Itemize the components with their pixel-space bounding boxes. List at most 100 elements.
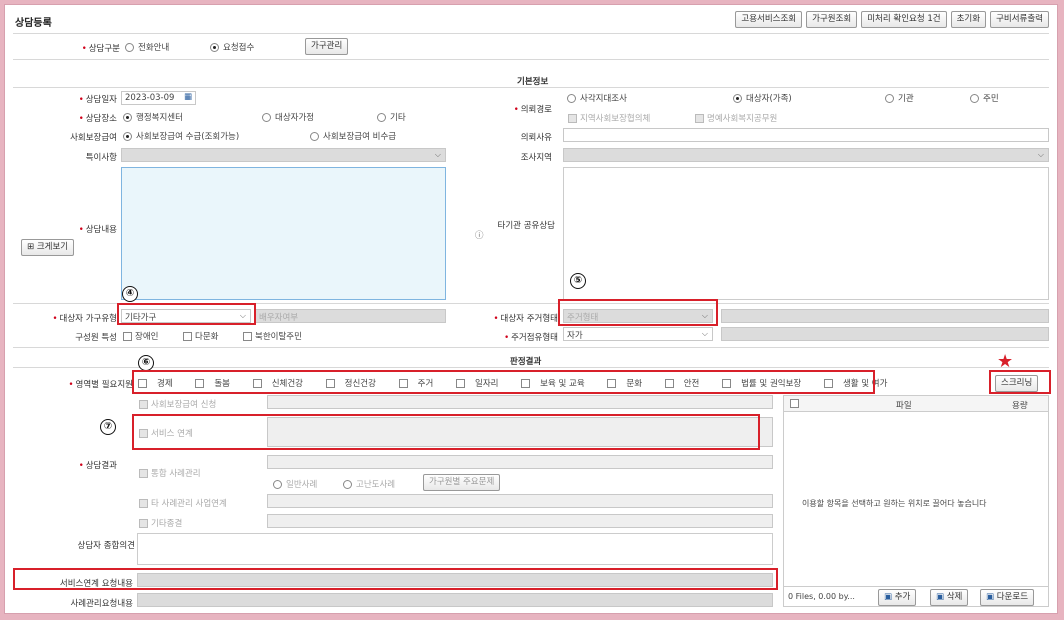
consult-register-window: 상담등록 고용서비스조회 가구원조회 미처리 확인요청 1건 초기화 구비서류출…: [4, 4, 1058, 614]
chevron-down-icon: ⌵: [1037, 150, 1044, 159]
unprocessed-confirm-button[interactable]: 미처리 확인요청 1건: [861, 11, 947, 28]
divider: [13, 347, 1049, 348]
highlight-service-link: [132, 414, 760, 450]
trait-defector[interactable]: 북한이탈주민: [243, 330, 302, 342]
consult-type-label: 상담구분: [45, 42, 120, 54]
welfare-benefit-recipient[interactable]: 사회보장급여 수급(조회가능): [123, 130, 239, 142]
ownership-type-select[interactable]: 자가 ⌵: [563, 327, 713, 341]
page-title: 상담등록: [15, 18, 52, 29]
checkbox-icon: [695, 114, 704, 123]
consult-place-other[interactable]: 기타: [377, 111, 406, 123]
welfare-apply-field: [267, 395, 773, 409]
calendar-icon[interactable]: ▦: [184, 92, 192, 102]
family-manage-button[interactable]: 가구관리: [305, 38, 349, 55]
file-footer: 0 Files, 0.00 by... ▣ 추가 ▣ 삭제 ▣ 다운로드: [784, 586, 1048, 606]
checkbox-icon[interactable]: [790, 399, 799, 408]
consult-date-input[interactable]: 2023-03-09 ▦: [121, 91, 196, 105]
request-path-resident[interactable]: 주민: [970, 92, 999, 104]
divider: [13, 33, 1049, 34]
trait-disabled[interactable]: 장애인: [123, 330, 158, 342]
consult-content-textarea[interactable]: [121, 167, 446, 300]
trait-multicultural[interactable]: 다문화: [183, 330, 218, 342]
other-end-field: [267, 514, 773, 528]
employment-service-button[interactable]: 고용서비스조회: [735, 11, 803, 28]
consult-place-label: 상담장소: [25, 112, 117, 124]
counselor-opinion-textarea[interactable]: [137, 533, 773, 565]
file-download-button[interactable]: ▣ 다운로드: [980, 589, 1035, 606]
request-reason-input[interactable]: [563, 128, 1049, 142]
member-traits-label: 구성원 특성: [75, 333, 117, 343]
household-member-button[interactable]: 가구원조회: [806, 11, 858, 28]
radio-icon: [343, 480, 352, 489]
case-type-general: 일반사례: [273, 478, 317, 490]
checkbox-icon: [183, 332, 192, 341]
file-add-button[interactable]: ▣ 추가: [878, 589, 917, 606]
welfare-benefit-label: 사회보장급여: [70, 133, 117, 143]
annotation-marker-5: ⑤: [570, 273, 586, 289]
file-status: 0 Files, 0.00 by...: [788, 592, 855, 601]
survey-area-select[interactable]: ⌵: [563, 148, 1049, 162]
consult-type-phone[interactable]: 전화안내: [125, 41, 169, 53]
file-column-header: 파일: [896, 401, 912, 411]
highlight-household-type: [117, 303, 256, 325]
other-end-check: 기타종결: [139, 517, 182, 529]
consult-date-value: 2023-03-09: [125, 93, 175, 103]
other-agency-textarea[interactable]: [563, 167, 1049, 300]
other-case-check: 타 사례관리 사업연계: [139, 497, 227, 509]
radio-icon: [970, 94, 979, 103]
family-issue-button: 가구원별 주요문제: [423, 474, 501, 491]
request-path-label: 의뢰경로: [460, 103, 552, 115]
top-toolbar: 고용서비스조회 가구원조회 미처리 확인요청 1건 초기화 구비서류출력: [735, 11, 1049, 28]
spouse-placeholder: 배우자여부: [259, 313, 299, 323]
consult-place-home[interactable]: 대상자가정: [262, 111, 314, 123]
special-notes-select[interactable]: ⌵: [121, 148, 446, 162]
size-column-header: 용량: [1012, 401, 1028, 411]
request-path-blindspot[interactable]: 사각지대조사: [567, 92, 627, 104]
result-section-title: 판정결과: [510, 357, 542, 367]
star-icon: ★: [997, 351, 1014, 372]
checkbox-icon: [243, 332, 252, 341]
radio-icon: [567, 94, 576, 103]
request-reason-label: 의뢰사유: [520, 133, 552, 143]
annotation-marker-4: ④: [122, 286, 138, 302]
add-icon: ▣: [884, 592, 895, 602]
file-delete-button[interactable]: ▣ 삭제: [930, 589, 969, 606]
checkbox-icon: [139, 519, 148, 528]
consult-content-label: 상담내용: [25, 223, 117, 235]
radio-icon: [885, 94, 894, 103]
welfare-benefit-nonrecipient[interactable]: 사회보장급여 비수급: [310, 130, 396, 142]
radio-icon: [733, 94, 742, 103]
delete-icon: ▣: [936, 592, 947, 602]
household-type-label: 대상자 가구유형: [15, 312, 117, 324]
radio-icon: [262, 113, 271, 122]
needs-label: 영역별 필요지원: [15, 378, 133, 390]
help-icon[interactable]: ⓘ: [475, 229, 484, 241]
request-path-family[interactable]: 대상자(가족): [733, 92, 792, 104]
chevron-down-icon: ⌵: [701, 329, 708, 338]
request-path-agency[interactable]: 기관: [885, 92, 914, 104]
radio-icon: [123, 113, 132, 122]
divider: [13, 59, 1049, 60]
print-documents-button[interactable]: 구비서류출력: [990, 11, 1049, 28]
file-drop-text[interactable]: 이용할 항목을 선택하고 원하는 위치로 끌어다 놓습니다: [802, 498, 987, 509]
divider: [13, 367, 1049, 368]
checkbox-icon: [139, 400, 148, 409]
consult-type-request[interactable]: 요청접수: [210, 41, 254, 53]
consult-place-center[interactable]: 행정복지센터: [123, 111, 183, 123]
radio-icon: [125, 43, 134, 52]
consult-result-label: 상담결과: [25, 459, 117, 471]
reset-button[interactable]: 초기화: [950, 11, 987, 28]
enlarge-view-button[interactable]: ⊞ 크게보기: [21, 239, 75, 256]
ownership-type-label: 주거점유형태: [460, 331, 558, 343]
other-agency-label: 타기관 공유상담: [497, 221, 555, 231]
radio-icon: [273, 480, 282, 489]
other-case-field: [267, 494, 773, 508]
checkbox-icon: [139, 469, 148, 478]
download-icon: ▣: [986, 592, 997, 602]
radio-icon: [310, 132, 319, 141]
highlight-screening: [989, 370, 1051, 394]
counselor-opinion-label: 상담자 종합의견: [77, 541, 135, 551]
residence-type-label: 대상자 주거형태: [460, 312, 558, 324]
basic-info-title: 기본정보: [517, 77, 549, 87]
annotation-marker-7: ⑦: [100, 419, 116, 435]
